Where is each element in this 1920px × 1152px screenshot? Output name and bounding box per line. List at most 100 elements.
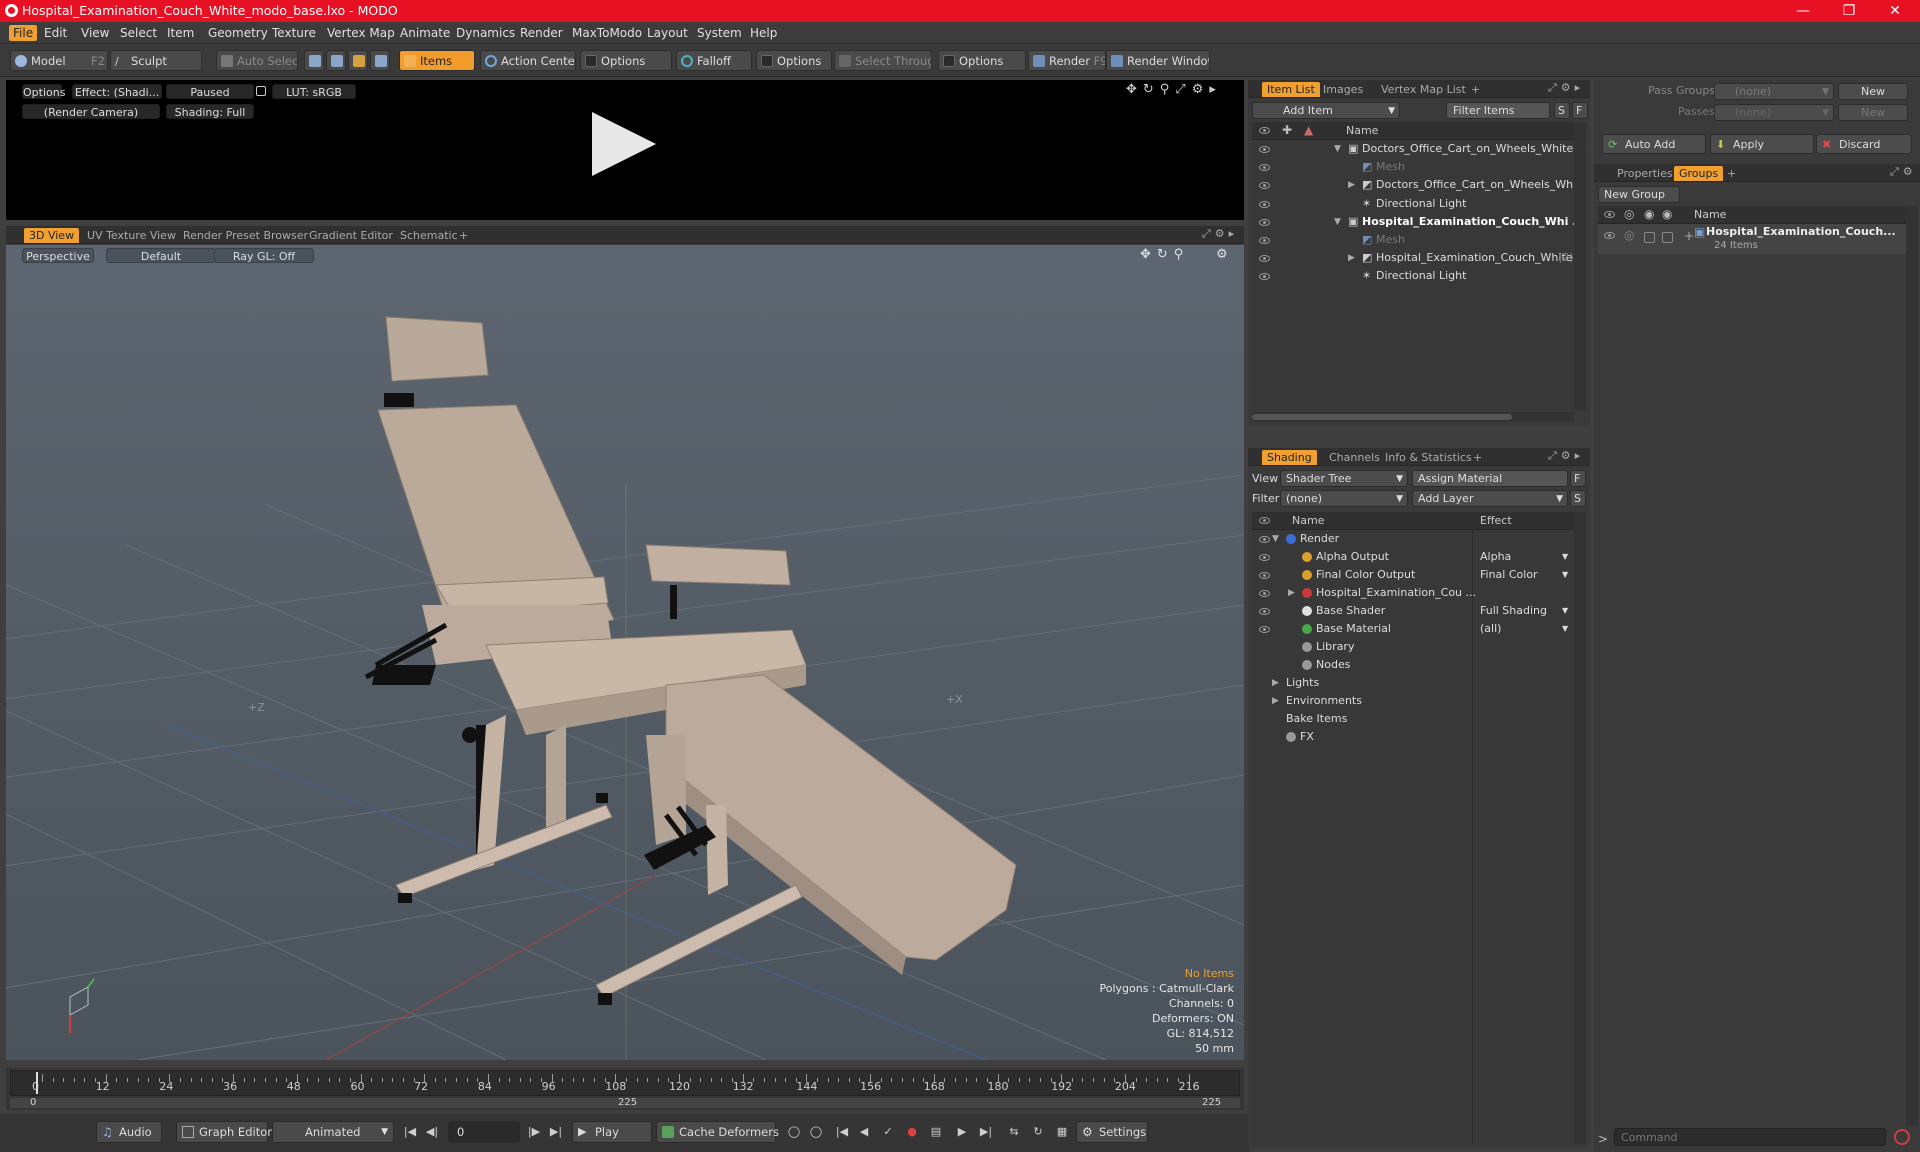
- add-tab-button[interactable]: +: [1468, 450, 1487, 465]
- skip-start-icon[interactable]: |◀: [402, 1124, 418, 1140]
- item-list-h-scrollbar[interactable]: [1252, 412, 1574, 422]
- menu-system[interactable]: System: [693, 25, 746, 41]
- chevron-down-icon[interactable]: ▼: [1562, 620, 1568, 638]
- close-button[interactable]: ✕: [1872, 0, 1918, 22]
- visibility-eye-icon[interactable]: [1259, 554, 1270, 561]
- materials-mode-button[interactable]: [370, 50, 390, 71]
- chevron-down-icon[interactable]: ▼: [1562, 602, 1568, 620]
- select-through-button[interactable]: Select Through: [834, 50, 932, 71]
- render-toggle-icon[interactable]: ◎: [1624, 228, 1634, 242]
- item-list-row[interactable]: ▼ ▣ Hospital_Examination_Couch_Whi ...: [1252, 213, 1585, 231]
- lock-checkbox[interactable]: [1644, 232, 1655, 243]
- item-list-row[interactable]: ◩ Mesh: [1252, 231, 1574, 249]
- panel-menu-icons[interactable]: ⤢⚙▸: [1202, 227, 1238, 241]
- expand-icon[interactable]: ▶: [1288, 584, 1295, 602]
- action-center-button[interactable]: Action Center: [480, 50, 576, 71]
- add-layer-dropdown[interactable]: Add Layer ▼: [1412, 490, 1568, 507]
- filter-dropdown[interactable]: (none) ▼: [1280, 490, 1408, 507]
- visibility-eye-icon[interactable]: [1259, 273, 1270, 281]
- visibility-eye-icon[interactable]: [1259, 572, 1270, 579]
- prev-key-icon[interactable]: |◀: [834, 1124, 850, 1140]
- tab-vertex-map-list[interactable]: Vertex Map List: [1376, 82, 1471, 97]
- visibility-eye-icon[interactable]: [1259, 200, 1270, 208]
- shader-effect-value[interactable]: Final Color: [1480, 566, 1538, 584]
- restore-button[interactable]: ❐: [1826, 0, 1872, 22]
- minimize-button[interactable]: —: [1780, 0, 1826, 22]
- render-button[interactable]: Render F9: [1028, 50, 1106, 71]
- default-style-dropdown[interactable]: Default: [106, 248, 216, 263]
- preview-nav-icons[interactable]: ✥↻⚲⤢⚙▸: [1126, 82, 1222, 97]
- settings-button[interactable]: ⚙ Settings: [1076, 1121, 1148, 1143]
- tab-render-preset-browser[interactable]: Render Preset Browser: [178, 228, 313, 243]
- visibility-eye-icon[interactable]: [1259, 536, 1270, 543]
- apply-button[interactable]: ⬇ Apply: [1710, 134, 1814, 154]
- frame-input[interactable]: 0: [448, 1121, 520, 1143]
- visibility-eye-icon[interactable]: [1259, 237, 1270, 244]
- chevron-down-icon[interactable]: ▼: [1562, 548, 1568, 566]
- menu-vertex-map[interactable]: Vertex Map: [323, 25, 399, 41]
- shader-tree-row[interactable]: Alpha Output Alpha ▼: [1252, 548, 1574, 566]
- falloff-button[interactable]: Falloff: [676, 50, 752, 71]
- visibility-eye-icon[interactable]: [1259, 182, 1270, 190]
- pass-groups-dropdown[interactable]: (none) ▼: [1714, 83, 1834, 100]
- command-input[interactable]: [1614, 1128, 1886, 1146]
- menu-maxtomodo[interactable]: MaxToModo: [568, 25, 646, 41]
- shader-tree-row[interactable]: Final Color Output Final Color ▼: [1252, 566, 1574, 584]
- auto-key-icon[interactable]: ◯: [808, 1124, 824, 1140]
- graph-editor-button[interactable]: Graph Editor: [176, 1121, 272, 1143]
- refresh-icon[interactable]: ↻: [1030, 1124, 1046, 1140]
- menu-texture[interactable]: Texture: [268, 25, 320, 41]
- preview-options-button[interactable]: Options: [22, 84, 65, 99]
- vertices-mode-button[interactable]: [304, 50, 324, 71]
- group-row[interactable]: ◎ + ▣ Hospital_Examination_Couch... 24 I…: [1598, 224, 1906, 254]
- cache-deformers-button[interactable]: Cache Deformers: [656, 1121, 779, 1143]
- key-filter-icon[interactable]: ▤: [928, 1124, 944, 1140]
- shader-tree-scrollbar[interactable]: [1574, 512, 1586, 1144]
- audio-button[interactable]: ♫ Audio: [96, 1121, 162, 1143]
- select-checkbox[interactable]: [1662, 232, 1673, 243]
- menu-help[interactable]: Help: [746, 25, 781, 41]
- item-list-row[interactable]: ✶ Directional Light: [1252, 267, 1574, 285]
- menu-render[interactable]: Render: [516, 25, 567, 41]
- visibility-eye-icon[interactable]: [1259, 255, 1270, 263]
- expand-icon[interactable]: ▶: [1348, 249, 1355, 267]
- shader-tree-row[interactable]: Library: [1252, 638, 1574, 656]
- panel-menu-icons[interactable]: ⤢⚙: [1890, 165, 1917, 179]
- shader-tree-row[interactable]: ▶ Lights: [1252, 674, 1574, 692]
- shader-tree-row[interactable]: ▶ Hospital_Examination_Cou ...: [1252, 584, 1574, 602]
- play-button[interactable]: ▶ Play: [572, 1121, 652, 1143]
- sculpt-mode-button[interactable]: / Sculpt: [110, 50, 202, 71]
- shading-f-button[interactable]: F: [1570, 470, 1586, 487]
- new-group-button[interactable]: New Group: [1598, 186, 1680, 203]
- animated-dropdown[interactable]: Animated ▼: [272, 1121, 394, 1143]
- select-through-options-button[interactable]: Options: [938, 50, 1026, 71]
- shader-tree-row[interactable]: Base Material (all) ▼: [1252, 620, 1574, 638]
- filter-items-input[interactable]: Filter Items: [1446, 102, 1550, 119]
- expand-icon[interactable]: ▶: [1272, 674, 1279, 692]
- playhead[interactable]: [36, 1072, 38, 1094]
- auto-select-button[interactable]: Auto Select: [216, 50, 298, 71]
- add-item-dropdown[interactable]: Add Item ▼: [1252, 102, 1400, 119]
- new-pass-button[interactable]: New: [1838, 104, 1908, 121]
- filter-f-button[interactable]: F: [1572, 102, 1588, 119]
- add-tab-button[interactable]: +: [454, 228, 473, 243]
- tab-groups[interactable]: Groups: [1674, 166, 1724, 181]
- tab-info-statistics[interactable]: Info & Statistics: [1380, 450, 1477, 465]
- menu-item[interactable]: Item: [163, 25, 198, 41]
- new-pass-group-button[interactable]: New: [1838, 83, 1908, 100]
- visibility-eye-icon[interactable]: [1259, 146, 1270, 153]
- step-back-icon[interactable]: ◀|: [424, 1124, 440, 1140]
- tab-3d-view[interactable]: 3D View: [24, 228, 80, 243]
- skip-end-icon[interactable]: ▶|: [548, 1124, 564, 1140]
- tab-channels[interactable]: Channels: [1324, 450, 1385, 465]
- loop-icon[interactable]: ⇆: [1006, 1124, 1022, 1140]
- visibility-eye-icon[interactable]: [1259, 218, 1270, 226]
- menu-animate[interactable]: Animate: [396, 25, 454, 41]
- panel-menu-icons[interactable]: ⤢⚙▸: [1548, 81, 1584, 95]
- menu-dynamics[interactable]: Dynamics: [452, 25, 519, 41]
- record-icon[interactable]: ●: [904, 1124, 920, 1140]
- view-dropdown[interactable]: Shader Tree ▼: [1280, 470, 1408, 487]
- raygl-dropdown[interactable]: Ray GL: Off: [214, 248, 314, 263]
- next-key-icon[interactable]: ▶|: [978, 1124, 994, 1140]
- menu-select[interactable]: Select: [116, 25, 161, 41]
